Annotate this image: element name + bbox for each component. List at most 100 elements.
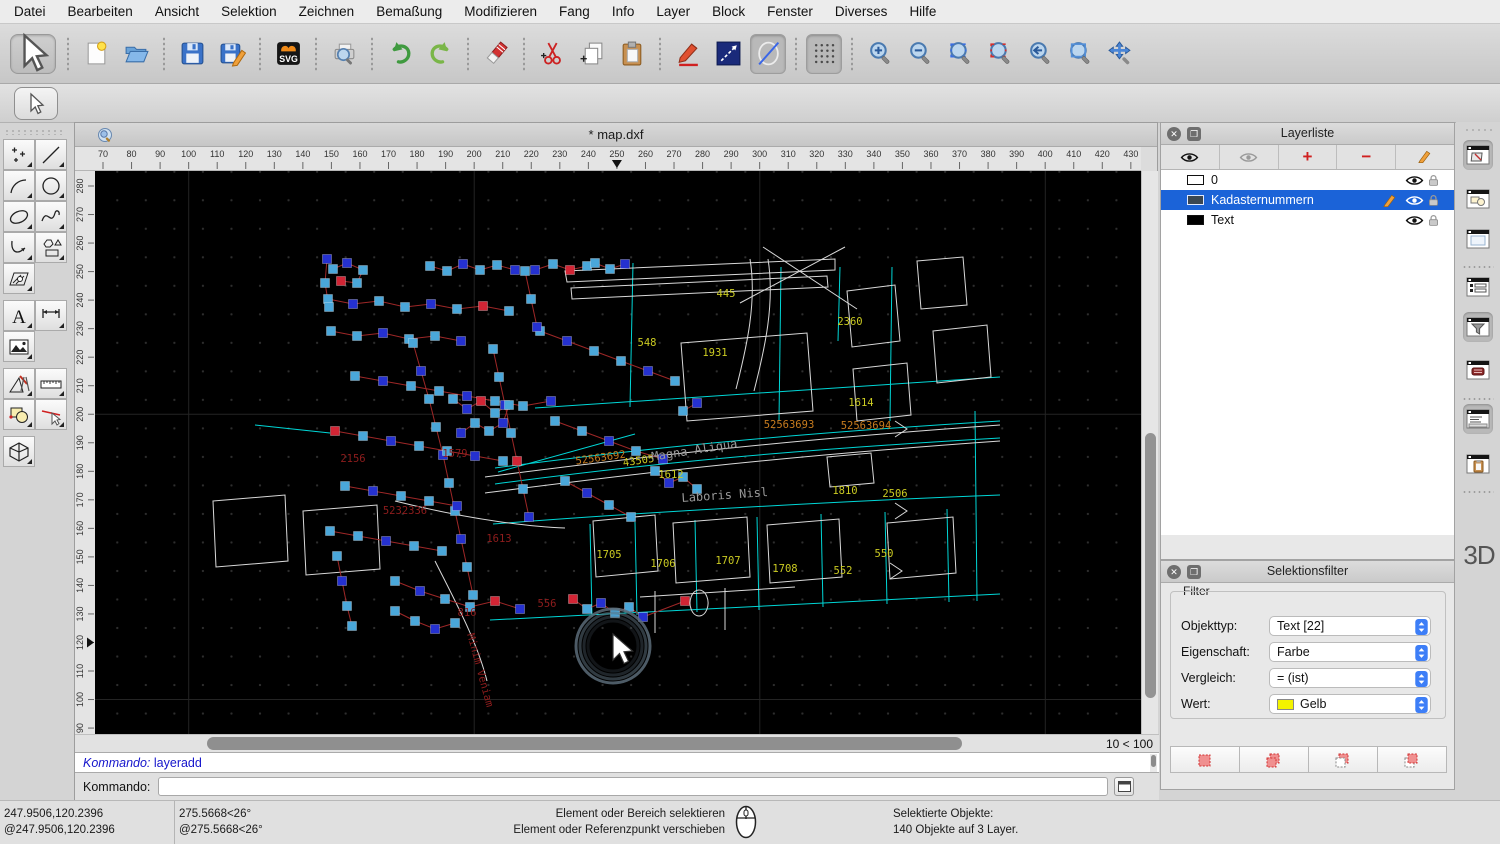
detach-icon[interactable]: ❐ [1187,565,1201,579]
svg-export-button[interactable]: SVG [270,34,306,74]
tool-hatch-button[interactable] [3,263,35,294]
selection-handle[interactable] [459,260,468,269]
selection-handle[interactable] [333,552,342,561]
selection-handle[interactable] [445,479,454,488]
remove-layer-button[interactable]: − [1337,145,1396,169]
selection-handle[interactable] [329,265,338,274]
print-preview-button[interactable] [326,34,362,74]
selection-handle[interactable] [348,622,357,631]
selection-handle[interactable] [627,513,636,522]
selection-handle[interactable] [476,266,485,275]
selection-handle[interactable] [621,260,630,269]
selection-handle[interactable] [489,345,498,354]
selection-handle[interactable] [590,347,599,356]
selection-handle[interactable] [495,373,504,382]
auto-zoom-button[interactable] [942,34,978,74]
menu-item-fang[interactable]: Fang [559,4,590,19]
line-two-points-button[interactable] [710,34,746,74]
close-icon[interactable]: ✕ [1167,565,1181,579]
zoom-window-button[interactable] [1062,34,1098,74]
selection-handle[interactable] [569,595,578,604]
dock-toggle-property-editor[interactable] [1463,272,1493,302]
selection-handle[interactable] [451,619,460,628]
zoom-in-button[interactable] [862,34,898,74]
selection-handle[interactable] [521,267,530,276]
filter-dropdown-1[interactable]: Farbe [1269,642,1431,662]
dock-drag-handle[interactable] [1464,128,1494,133]
selection-handle[interactable] [566,266,575,275]
selection-handle[interactable] [441,595,450,604]
hide-all-layers-button[interactable] [1220,145,1279,169]
selection-handle[interactable] [591,259,600,268]
selection-handle[interactable] [605,437,614,446]
edit-layer-button[interactable] [1396,145,1454,169]
selection-handle[interactable] [327,327,336,336]
filter-dropdown-0[interactable]: Text [22] [1269,616,1431,636]
history-scrollbar[interactable] [1150,754,1157,772]
menu-item-bemaßung[interactable]: Bemaßung [376,4,442,19]
tool-ellipse-button[interactable] [3,201,35,232]
selection-handle[interactable] [453,305,462,314]
selection-handle[interactable] [382,537,391,546]
tool-point-button[interactable] [3,139,35,170]
selection-handle[interactable] [479,302,488,311]
selection-handle[interactable] [379,329,388,338]
selection-handle[interactable] [551,417,560,426]
selection-handle[interactable] [449,395,458,404]
selection-handle[interactable] [493,261,502,270]
selection-handle[interactable] [411,617,420,626]
selection-handle[interactable] [561,477,570,486]
selection-handle[interactable] [471,419,480,428]
menu-item-block[interactable]: Block [712,4,745,19]
tool-shapes-button[interactable] [35,232,67,263]
selection-handle[interactable] [435,387,444,396]
layer-edit-icon[interactable] [1383,194,1398,207]
delete-eraser-button[interactable] [478,34,514,74]
tool-construction-button[interactable] [3,368,35,399]
selection-handle[interactable] [644,367,653,376]
selection-handle[interactable] [457,337,466,346]
selection-handle[interactable] [425,395,434,404]
tool-dimension-button[interactable] [35,300,67,331]
selection-handle[interactable] [533,323,542,332]
selection-handle[interactable] [547,397,556,406]
selection-handle[interactable] [343,602,352,611]
tool-polyline-button[interactable] [3,232,35,263]
layer-row-0[interactable]: 0 [1161,170,1454,190]
dock-toggle-pen-settings[interactable] [1463,355,1493,385]
selection-handle[interactable] [325,303,334,312]
selection-handle[interactable] [511,266,520,275]
selection-handle[interactable] [471,452,480,461]
selection-handle[interactable] [349,300,358,309]
menu-item-ansicht[interactable]: Ansicht [155,4,199,19]
selection-handle[interactable] [457,429,466,438]
selection-handle[interactable] [351,372,360,381]
menu-item-datei[interactable]: Datei [14,4,46,19]
selection-handle[interactable] [693,399,702,408]
zoom-out-button[interactable] [902,34,938,74]
select-intersect-button[interactable] [1377,746,1447,773]
menu-item-selektion[interactable]: Selektion [221,4,277,19]
selection-handle[interactable] [387,437,396,446]
detach-icon[interactable]: ❐ [1187,127,1201,141]
dock-toggle-clipboard-panel[interactable] [1463,449,1493,479]
selection-handle[interactable] [617,357,626,366]
document-title-bar[interactable]: * map.dxf [75,123,1157,147]
menu-item-bearbeiten[interactable]: Bearbeiten [68,4,133,19]
vertical-scrollbar-thumb[interactable] [1145,433,1156,698]
selection-handle[interactable] [606,265,615,274]
tool-image-button[interactable] [3,331,35,362]
selection-handle[interactable] [519,485,528,494]
selection-handle[interactable] [499,419,508,428]
selection-handle[interactable] [469,591,478,600]
selection-handle[interactable] [337,277,346,286]
selection-handle[interactable] [379,377,388,386]
layer-row-kadasternummern[interactable]: Kadasternummern [1161,190,1454,210]
selection-handle[interactable] [463,392,472,401]
selection-pointer-button[interactable] [10,34,56,74]
selection-handle[interactable] [505,307,514,316]
selection-handle[interactable] [507,429,516,438]
selection-handle[interactable] [326,527,335,536]
selection-tool-button[interactable] [14,87,58,120]
selection-handle[interactable] [353,279,362,288]
